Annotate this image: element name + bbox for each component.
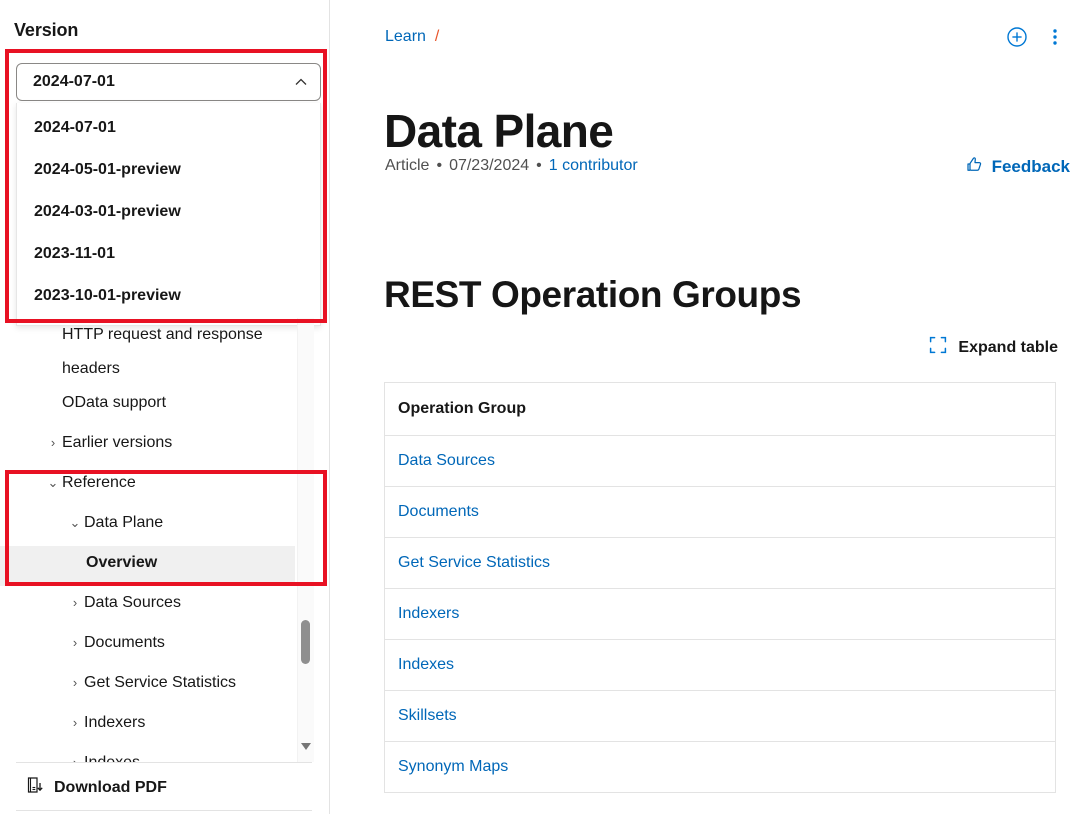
- nav-item-http-request-and-response-headers[interactable]: HTTP request and response headers: [0, 318, 312, 386]
- operation-group-link[interactable]: Data Sources: [398, 452, 495, 469]
- table-row: Get Service Statistics: [384, 537, 1056, 589]
- feedback-label: Feedback: [991, 157, 1070, 176]
- scrollbar-thumb[interactable]: [301, 620, 310, 664]
- chevron-right-icon[interactable]: ›: [66, 706, 84, 740]
- expand-table-icon: [929, 336, 947, 359]
- chevron-right-icon[interactable]: ›: [44, 426, 62, 460]
- chevron-right-icon[interactable]: ›: [66, 666, 84, 700]
- sidebar-divider: [16, 762, 312, 763]
- nav-item-odata-support[interactable]: OData support: [0, 386, 312, 426]
- table-cell: Skillsets: [384, 690, 1056, 742]
- version-selected-value: 2024-07-01: [33, 73, 115, 90]
- article-date: 07/23/2024: [449, 157, 530, 174]
- article-metadata: Article • 07/23/2024 • 1 contributor: [385, 157, 638, 175]
- chevron-down-icon[interactable]: ⌄: [66, 506, 84, 540]
- table-cell: Synonym Maps: [385, 742, 1056, 793]
- navigation-tree[interactable]: HTTP request and response headers OData s…: [0, 318, 312, 762]
- breadcrumb-item-learn[interactable]: Learn: [385, 28, 426, 46]
- operation-group-link[interactable]: Synonym Maps: [398, 758, 508, 775]
- feedback-button[interactable]: Feedback: [965, 155, 1070, 179]
- nav-item-label: Data Plane: [84, 514, 164, 531]
- meta-separator-1: •: [436, 157, 443, 174]
- nav-item-label: Data Sources: [84, 594, 181, 611]
- chevron-up-icon: [292, 73, 310, 91]
- nav-item-label: Overview: [86, 554, 158, 571]
- operation-group-link[interactable]: Indexes: [398, 656, 454, 673]
- nav-item-label: Indexers: [84, 714, 146, 731]
- nav-item-label: Documents: [84, 634, 165, 651]
- table-cell: Indexes: [384, 639, 1056, 691]
- version-options-list[interactable]: 2024-07-01 2024-05-01-preview 2024-03-01-p…: [16, 103, 321, 326]
- table-row: Indexes: [384, 639, 1056, 691]
- operation-group-link[interactable]: Indexers: [398, 605, 459, 622]
- table-cell: Indexers: [384, 588, 1056, 640]
- nav-item-get-service-statistics[interactable]: › Get Service Statistics: [0, 666, 312, 706]
- version-label: Version: [14, 20, 79, 40]
- chevron-down-icon[interactable]: ⌄: [44, 466, 62, 500]
- nav-item-earlier-versions[interactable]: › Earlier versions: [0, 426, 312, 466]
- main-content: Learn / Data Plane Article • 07/23/2024 …: [330, 0, 1084, 814]
- table-header-row: Operation Group: [384, 382, 1056, 436]
- more-options-icon[interactable]: [1052, 26, 1058, 53]
- version-option[interactable]: 2024-07-01: [17, 107, 320, 149]
- table-column-header: Operation Group: [384, 382, 1056, 436]
- chevron-right-icon[interactable]: ›: [66, 626, 84, 660]
- version-option[interactable]: 2024-05-01-preview: [17, 149, 320, 191]
- nav-item-label: Earlier versions: [62, 434, 173, 451]
- table-row: Indexers: [384, 588, 1056, 640]
- breadcrumb: Learn /: [385, 28, 439, 46]
- contributors-link[interactable]: 1 contributor: [549, 157, 638, 175]
- nav-item-label: HTTP request and response headers: [62, 326, 263, 377]
- add-to-collection-icon[interactable]: [1006, 26, 1028, 53]
- nav-item-reference[interactable]: ⌄ Reference: [0, 466, 312, 506]
- operation-group-link[interactable]: Skillsets: [398, 707, 457, 724]
- nav-item-label: OData support: [62, 394, 167, 411]
- nav-item-label: Indexes: [84, 746, 140, 762]
- chevron-right-icon[interactable]: ›: [66, 586, 84, 620]
- thumbs-up-icon: [965, 155, 984, 179]
- version-option[interactable]: 2023-11-01: [17, 233, 320, 275]
- table-head: Operation Group: [384, 382, 1056, 436]
- version-option[interactable]: 2023-10-01-preview: [17, 275, 320, 317]
- download-pdf-icon: [26, 776, 44, 799]
- operation-groups-table: Operation Group Data Sources Documents Get…: [384, 382, 1056, 793]
- sidebar: Version 2024-07-01 2024-07-01 2024-05-01-…: [0, 0, 330, 814]
- page-root: Version 2024-07-01 2024-07-01 2024-05-01-…: [0, 0, 1084, 814]
- expand-table-button[interactable]: Expand table: [929, 336, 1058, 359]
- table-cell: Get Service Statistics: [384, 537, 1056, 589]
- meta-separator-2: •: [536, 157, 542, 174]
- nav-item-documents[interactable]: › Documents: [0, 626, 312, 666]
- nav-item-label: Reference: [62, 474, 136, 491]
- version-option[interactable]: 2024-03-01-preview: [17, 191, 320, 233]
- operation-group-link[interactable]: Get Service Statistics: [398, 554, 550, 571]
- sidebar-divider-bottom: [16, 810, 312, 811]
- download-pdf-button[interactable]: Download PDF: [26, 776, 167, 799]
- nav-item-overview[interactable]: Overview: [0, 546, 295, 586]
- article-type: Article: [385, 157, 430, 174]
- chevron-right-icon[interactable]: ›: [66, 746, 84, 762]
- operation-group-link[interactable]: Documents: [398, 503, 479, 520]
- section-heading: REST Operation Groups: [384, 273, 802, 315]
- nav-item-indexes[interactable]: ›Indexes: [0, 746, 312, 762]
- expand-table-label: Expand table: [958, 338, 1058, 356]
- nav-item-data-plane[interactable]: ⌄ Data Plane: [0, 506, 312, 546]
- breadcrumb-separator: /: [434, 28, 440, 45]
- table-body: Data Sources Documents Get Service Statist…: [384, 435, 1056, 793]
- table-row: Data Sources: [384, 435, 1056, 487]
- header-actions: [1006, 26, 1058, 53]
- scrollbar-down-arrow[interactable]: [299, 739, 313, 753]
- table-row: Synonym Maps: [385, 742, 1056, 793]
- page-title: Data Plane: [384, 104, 614, 157]
- nav-item-indexers[interactable]: › Indexers: [0, 706, 312, 746]
- nav-item-label: Get Service Statistics: [84, 674, 237, 691]
- table-cell: Data Sources: [384, 435, 1056, 487]
- download-pdf-label: Download PDF: [54, 778, 167, 796]
- version-select[interactable]: 2024-07-01: [16, 63, 321, 101]
- table-row: Documents: [384, 486, 1056, 538]
- table-row: Skillsets: [384, 690, 1056, 742]
- table-cell: Documents: [384, 486, 1056, 538]
- sidebar-scrollbar-track[interactable]: [297, 318, 314, 762]
- nav-item-data-sources[interactable]: › Data Sources: [0, 586, 312, 626]
